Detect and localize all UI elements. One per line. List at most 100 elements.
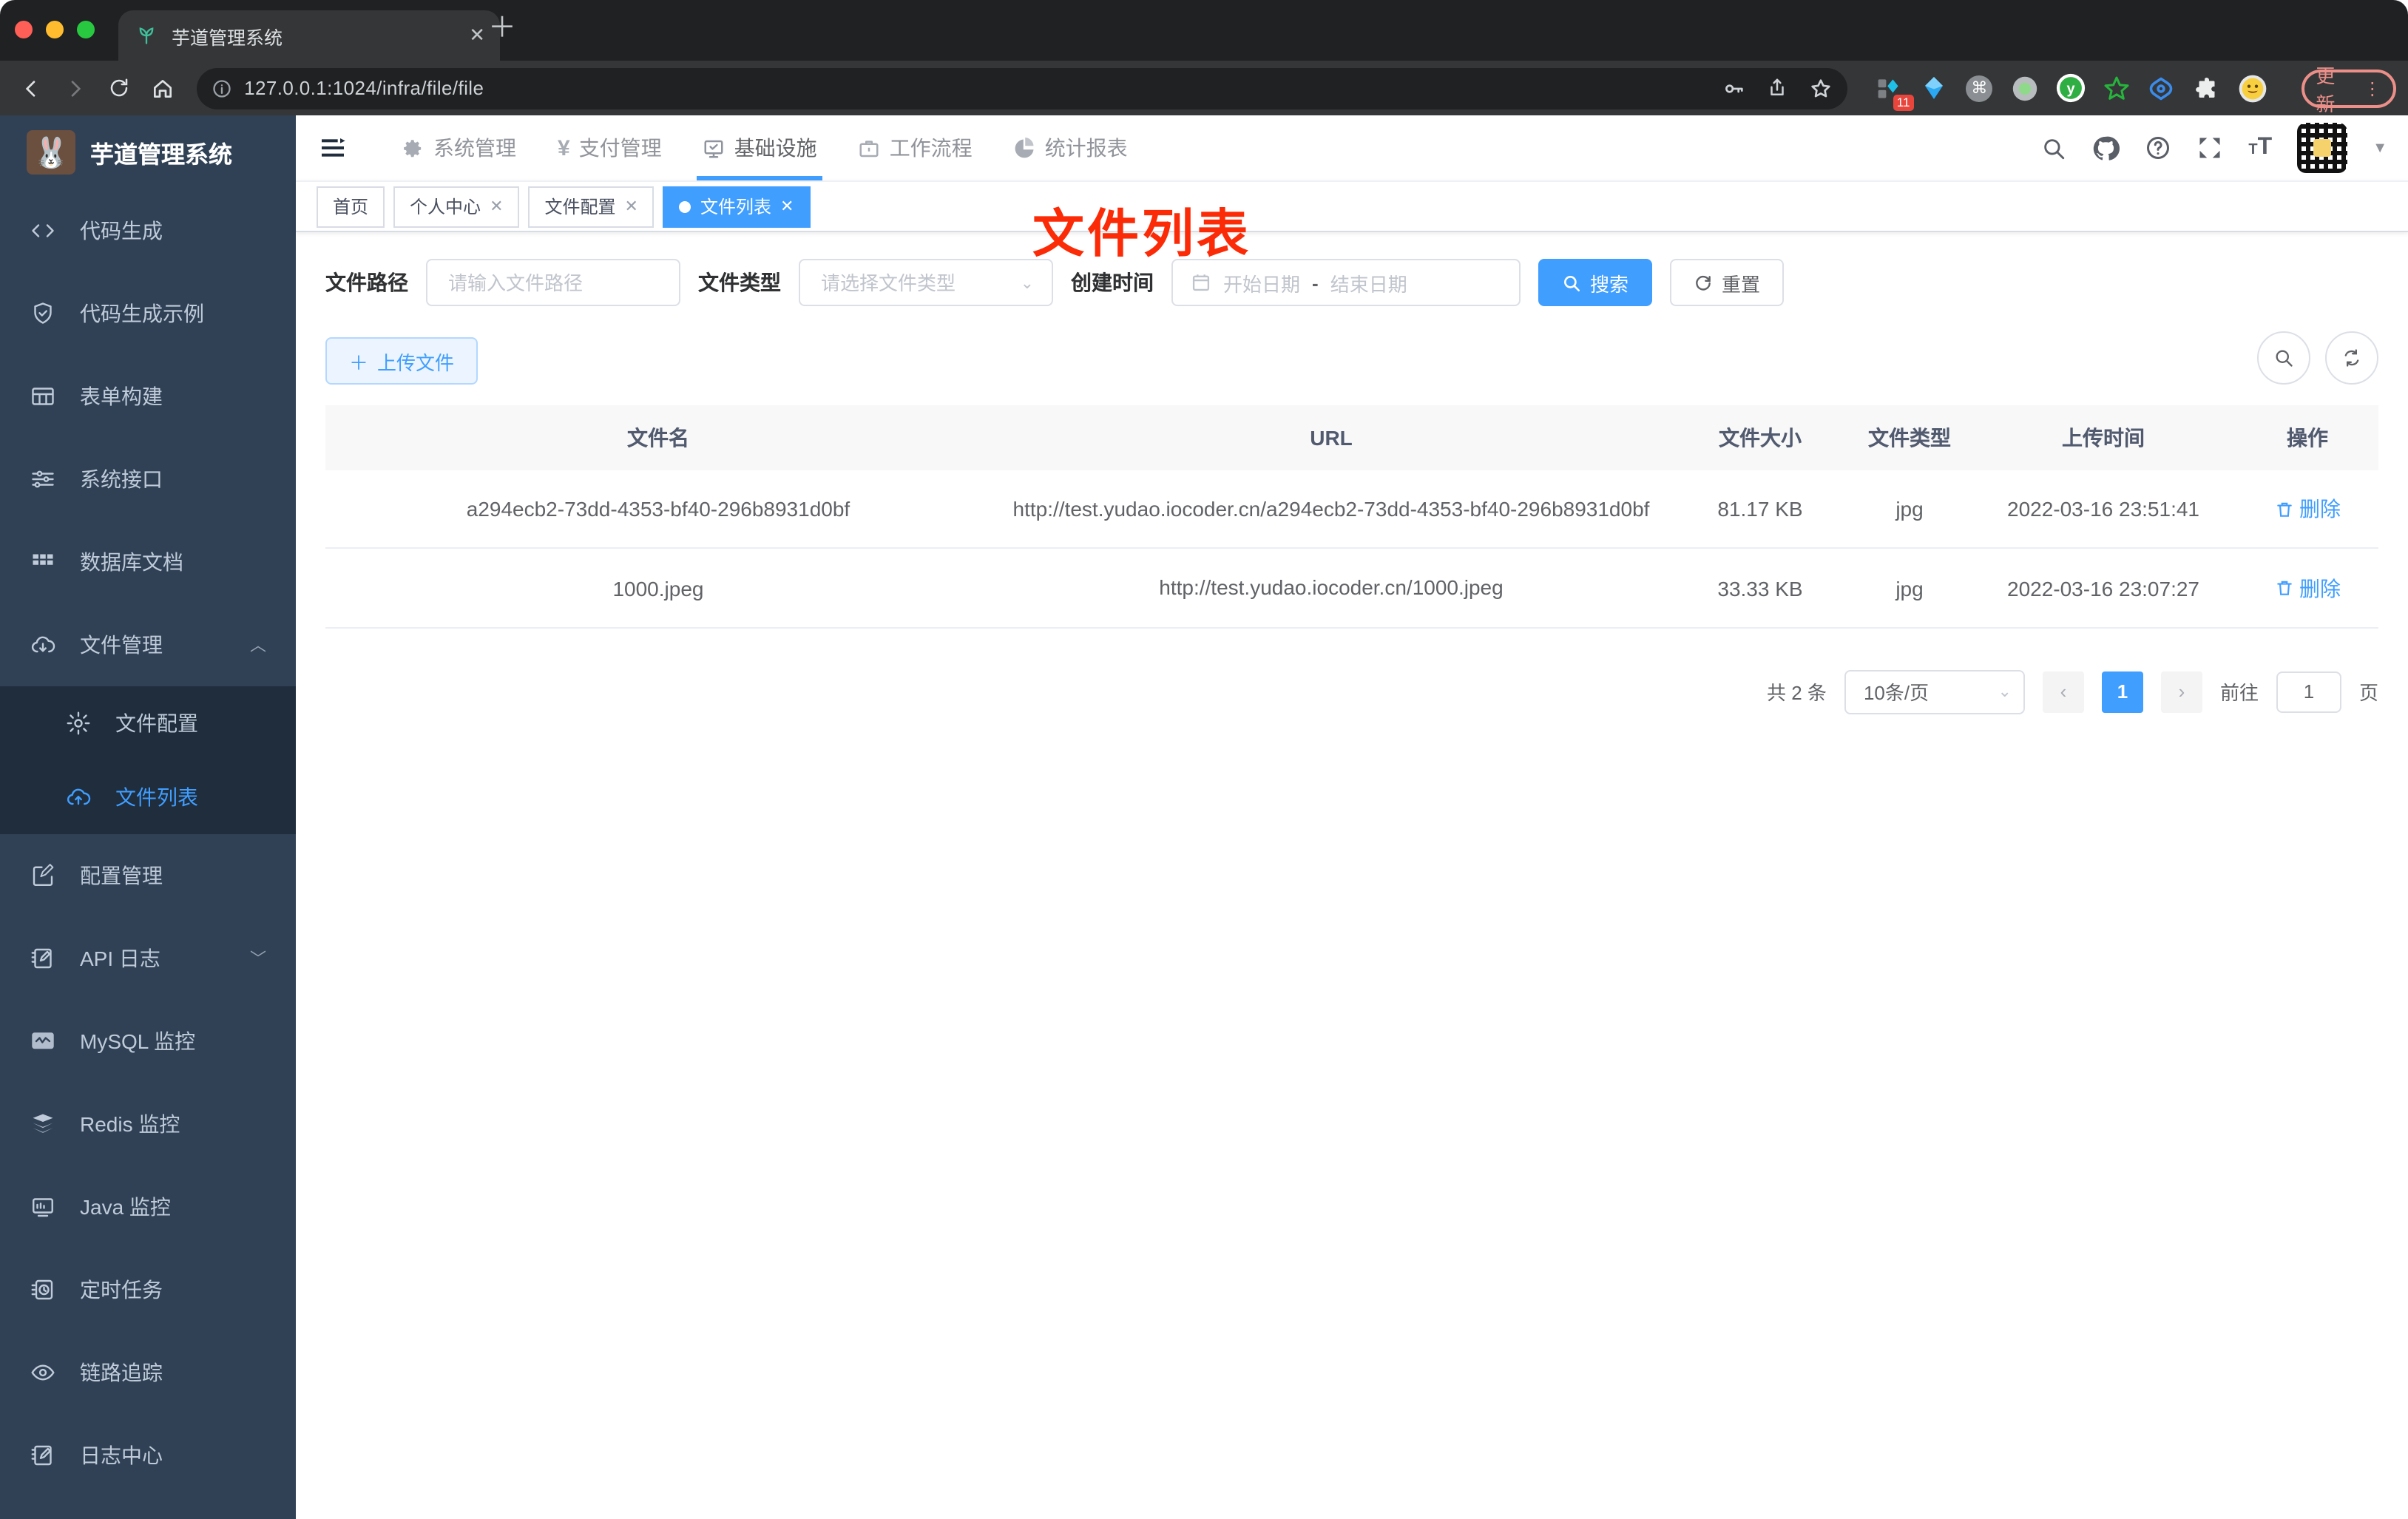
page-content: 文件路径 文件类型 ⌄ 创建时间 开始日期 - 结束日期 [296,232,2408,1519]
ext-y-green-icon[interactable]: y [2055,73,2085,103]
page-size-select[interactable]: 10条/页 ⌄ [1844,669,2025,714]
url-bar[interactable]: 127.0.0.1:1024/infra/file/file [197,67,1848,109]
sidebar-collapse-icon[interactable] [317,132,349,164]
tag-close-icon[interactable]: ✕ [490,197,503,216]
sidebar-item-mysql-monitor[interactable]: MySQL 监控 [0,1000,296,1083]
show-search-toggle-button[interactable] [2257,331,2310,385]
sidebar-item-log-center[interactable]: 日志中心 [0,1414,296,1497]
topnav-infrastructure[interactable]: 基础设施 [683,115,838,180]
refresh-table-button[interactable] [2325,331,2378,385]
table-toolbar: ＋ 上传文件 [325,306,2378,385]
tag-close-icon[interactable]: ✕ [780,197,794,216]
ext-command-icon[interactable]: ⌘ [1965,73,1994,103]
header-actions: TT ▼ [2041,123,2387,173]
cell-file-type: jpg [1895,576,1924,601]
upload-file-button[interactable]: ＋ 上传文件 [325,337,478,385]
new-tab-button[interactable]: ＋ [488,15,516,43]
profile-avatar-emoji[interactable] [2237,73,2267,103]
prev-page-button[interactable]: ‹ [2042,671,2084,713]
sidebar-item-form-builder[interactable]: 表单构建 [0,355,296,438]
close-window-button[interactable] [15,21,33,38]
sidebar-item-code-example[interactable]: 代码生成示例 [0,272,296,355]
sidebar-item-code-generation[interactable]: 代码生成 [0,189,296,272]
fullscreen-icon[interactable] [2196,135,2223,161]
github-icon[interactable] [2091,134,2120,162]
monitor-check-icon [703,137,726,159]
window-controls [15,21,95,38]
tags-view: 首页 个人中心 ✕ 文件配置 ✕ 文件列表 ✕ [296,180,2408,232]
sidebar-item-api-log[interactable]: API 日志 ﹀ [0,917,296,1000]
tag-file-list[interactable]: 文件列表 ✕ [663,186,811,227]
home-icon[interactable] [144,69,183,107]
red-annotation-text: 文件列表 [1032,206,1252,263]
help-icon[interactable] [2145,135,2171,161]
ext-kite-icon[interactable] [1919,73,1948,103]
sidebar-item-config-management[interactable]: 配置管理 [0,834,296,917]
cell-file-size: 33.33 KB [1717,576,1803,601]
site-info-icon[interactable] [212,78,232,98]
tag-close-icon[interactable]: ✕ [625,197,638,216]
ext-badge: 11 [1893,95,1914,110]
ext-eye-blue-icon[interactable] [2147,73,2176,103]
reload-icon[interactable] [100,69,138,107]
col-url: URL [991,405,1671,470]
browser-menu-dots-icon[interactable]: ⋮ [2364,78,2381,98]
date-end-placeholder[interactable]: 结束日期 [1330,268,1407,297]
topnav-workflow[interactable]: 工作流程 [838,115,993,180]
back-icon[interactable] [12,69,50,107]
url-text[interactable]: 127.0.0.1:1024/infra/file/file [244,77,1710,99]
trash-icon [2276,502,2291,517]
sidebar-item-redis-monitor[interactable]: Redis 监控 [0,1083,296,1166]
forward-icon[interactable] [56,69,95,107]
browser-toolbar: 127.0.0.1:1024/infra/file/file 11 ⌘ y 更新… [0,61,2408,115]
chevron-down-icon: ﹀ [250,951,266,969]
header-search-icon[interactable] [2041,135,2066,160]
delete-button[interactable]: 删除 [2274,573,2341,603]
ext-blocker-icon[interactable]: 11 [1874,73,1914,110]
avatar-qr-code[interactable] [2297,123,2348,173]
tag-home[interactable]: 首页 [317,186,385,227]
sidebar-item-java-monitor[interactable]: Java 监控 [0,1166,296,1248]
extensions-puzzle-icon[interactable] [2192,73,2221,103]
topnav-reports[interactable]: 统计报表 [993,115,1149,180]
tab-close-icon[interactable]: ✕ [469,24,485,47]
ext-dot-icon[interactable] [2010,73,2039,103]
col-upload-time: 上传时间 [1970,405,2236,470]
bookmark-star-icon[interactable] [1809,76,1833,100]
file-type-select-input[interactable] [818,270,1021,295]
browser-tab[interactable]: 芋道管理系统 ✕ [118,10,500,61]
current-page[interactable]: 1 [2101,671,2143,713]
sidebar-logo-row[interactable]: 🐰 芋道管理系统 [0,115,296,189]
browser-update-button[interactable]: 更新 ⋮ [2301,64,2396,115]
goto-page-input[interactable] [2276,671,2341,713]
tag-profile[interactable]: 个人中心 ✕ [393,186,520,227]
search-button[interactable]: 搜索 [1538,259,1653,306]
password-key-icon[interactable] [1722,76,1745,100]
topnav-payment[interactable]: ¥ 支付管理 [537,115,683,180]
minimize-window-button[interactable] [46,21,64,38]
file-type-select[interactable]: ⌄ [799,259,1053,306]
sidebar-item-file-config[interactable]: 文件配置 [0,686,296,760]
avatar-caret-down-icon[interactable]: ▼ [2373,140,2387,156]
delete-button[interactable]: 删除 [2274,494,2341,524]
font-size-icon[interactable]: TT [2248,135,2272,161]
sidebar-item-scheduled-tasks[interactable]: 定时任务 [0,1248,296,1331]
sidebar-item-system-api[interactable]: 系统接口 [0,438,296,521]
ext-star-green-icon[interactable] [2101,73,2130,103]
date-start-placeholder[interactable]: 开始日期 [1223,268,1300,297]
next-page-button[interactable]: › [2160,671,2202,713]
sidebar-item-db-doc[interactable]: 数据库文档 [0,521,296,603]
goto-label: 前往 [2219,682,2259,705]
file-path-input-wrap [426,259,680,306]
file-path-label: 文件路径 [325,271,408,294]
browser-tabstrip: 芋道管理系统 ✕ ＋ [0,0,2408,61]
sidebar-item-file-list[interactable]: 文件列表 [0,760,296,834]
tag-file-config[interactable]: 文件配置 ✕ [528,186,655,227]
sidebar-item-file-management[interactable]: 文件管理 ︿ [0,603,296,686]
topnav-system[interactable]: 系统管理 [382,115,537,180]
share-icon[interactable] [1766,77,1788,99]
maximize-window-button[interactable] [77,21,95,38]
sidebar-item-tracing[interactable]: 链路追踪 [0,1331,296,1414]
file-path-input[interactable] [445,270,661,295]
reset-button[interactable]: 重置 [1670,259,1785,306]
